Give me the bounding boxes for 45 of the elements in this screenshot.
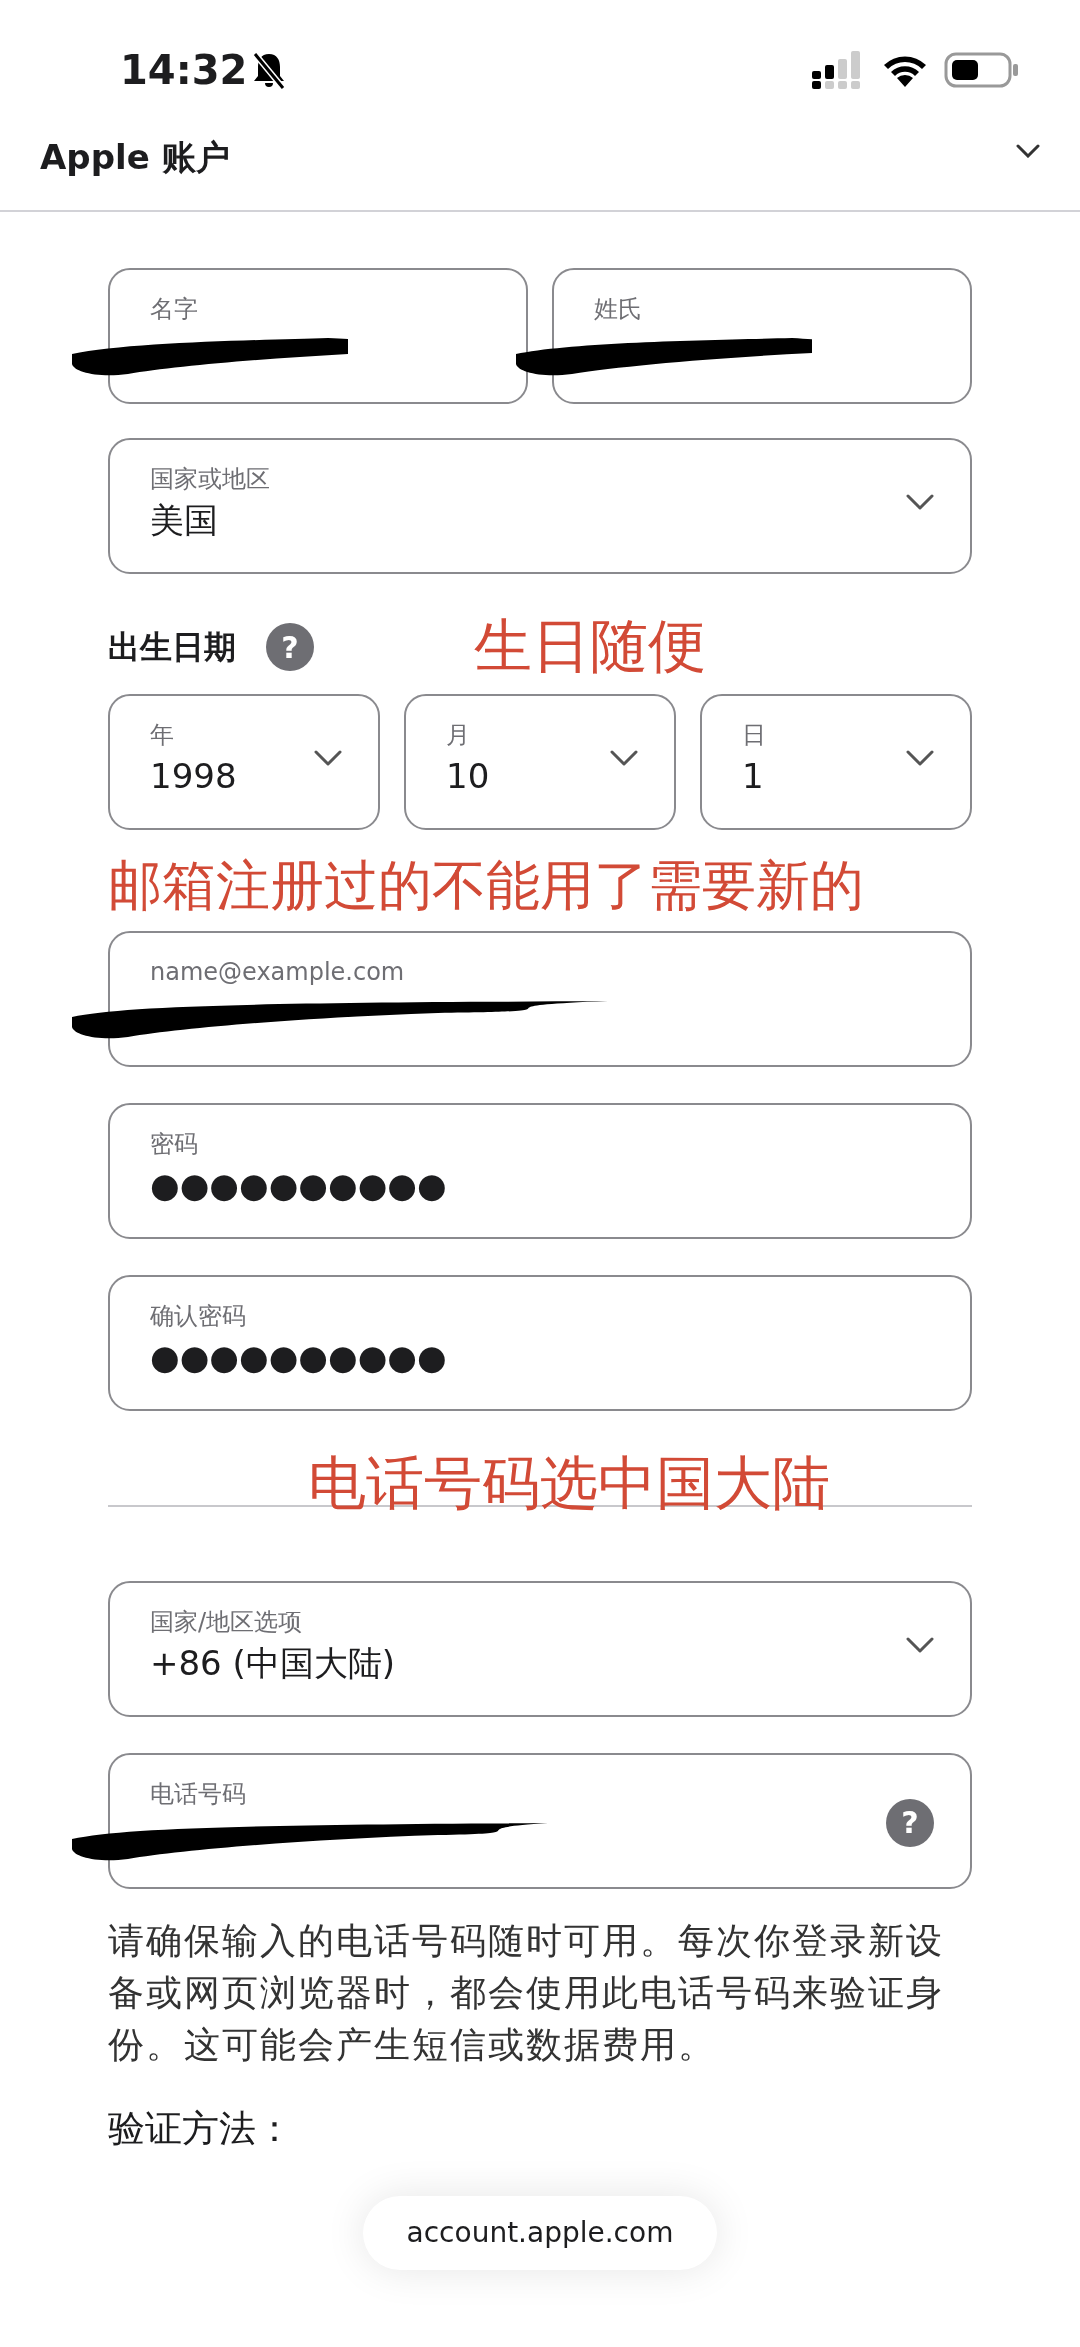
chevron-down-icon [1016,144,1040,158]
field-value: ●●●●●●●●●● [150,1335,447,1379]
chevron-down-icon [314,750,342,766]
field-label: 密码 [150,1128,199,1160]
field-value: 1998 [150,755,237,798]
wifi-icon [882,53,928,87]
page-title: Apple 账户 [40,140,230,174]
field-label: name@example.com [150,956,406,988]
field-value: +86 (中国大陆) [150,1641,396,1685]
field-value: 1 [742,755,764,798]
help-icon[interactable]: ? [266,623,314,671]
field-label: 日 [742,720,767,751]
field-label: 电话号码 [150,1778,247,1810]
input-field[interactable]: 国家/地区选项 +86 (中国大陆) [108,1580,972,1717]
field-value: 美国 [150,499,218,542]
notice-text: 请确保输入的电话号码随时可用。每次你登录新设备或网页浏览器时，都会使用此电话号码来验证身份。这可能会产生短信或数据费用。 [108,1918,945,2067]
chevron-down-icon [610,750,638,766]
field-label: 年 [150,720,175,751]
input-field[interactable]: 月 10 [404,694,676,830]
input-field[interactable]: 日 1 [700,694,972,830]
annotation-text: 生日随便 [474,612,706,682]
input-field[interactable]: name@example.com [108,930,972,1067]
url-bar[interactable]: account.apple.com [362,2196,718,2271]
help-icon[interactable]: ? [886,1798,934,1847]
field-label: 国家/地区选项 [150,1606,304,1638]
field-label: 确认密码 [150,1300,247,1332]
input-field[interactable]: 国家或地区 美国 [108,438,972,574]
field-label: 国家或地区 [150,464,271,495]
chevron-down-icon [906,750,934,766]
input-field[interactable]: 密码 ●●●●●●●●●● [108,1102,972,1239]
input-field[interactable]: 年 1998 [108,694,380,830]
section-title: 出生日期 [108,627,236,668]
clock-time: 14:32 [120,46,248,95]
field-value: 10 [446,755,490,798]
field-value: ●●●●●●●●●● [150,1163,447,1207]
input-field[interactable]: 确认密码 ●●●●●●●●●● [108,1274,972,1411]
field-label: 名字 [150,294,199,325]
field-label: 月 [446,720,471,751]
section-title: 验证方法： [108,2105,294,2152]
field-label: 姓氏 [594,294,643,325]
annotation-text: 邮箱注册过的不能用了需要新的 [108,854,865,919]
chevron-down-icon [906,1636,934,1653]
chevron-down-icon [906,494,934,510]
annotation-text: 电话号码选中国大陆 [308,1447,830,1519]
battery-icon [944,52,1020,88]
